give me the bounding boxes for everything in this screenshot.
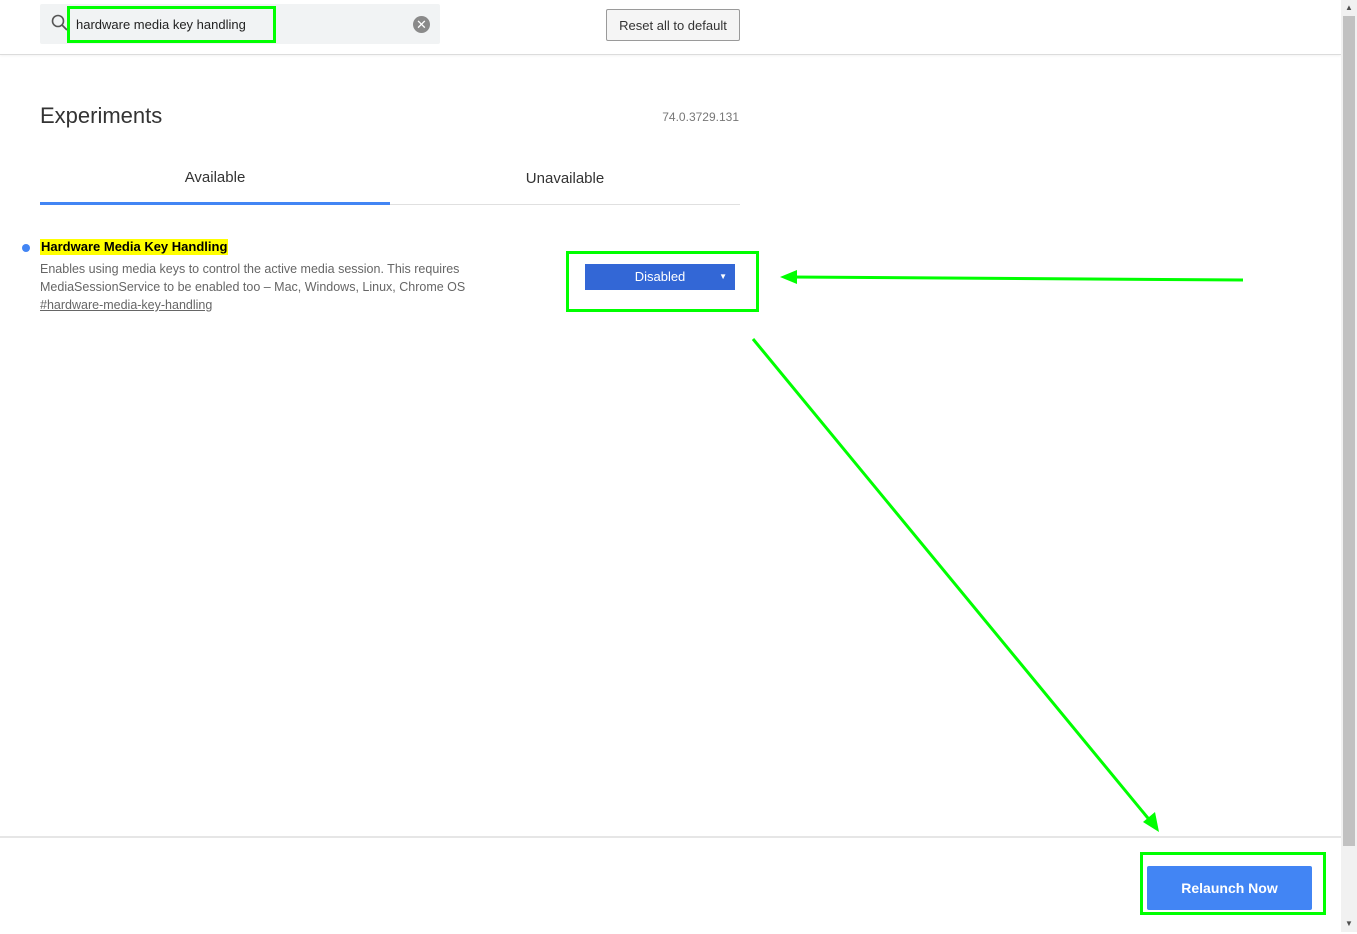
tab-bar: Available Unavailable [40, 160, 740, 205]
search-input[interactable] [76, 14, 406, 34]
scroll-down-arrow-icon[interactable]: ▼ [1341, 916, 1357, 932]
search-box[interactable]: ✕ [40, 4, 440, 44]
experiment-title: Hardware Media Key Handling [40, 239, 229, 255]
search-icon [51, 14, 68, 31]
reset-all-button[interactable]: Reset all to default [606, 9, 740, 41]
page-title: Experiments [40, 103, 163, 128]
tab-unavailable[interactable]: Unavailable [390, 160, 740, 204]
footer-bar: Relaunch Now [0, 836, 1341, 934]
clear-search-icon[interactable]: ✕ [413, 16, 430, 33]
select-value: Disabled [634, 269, 686, 284]
arrow-head-select [780, 270, 797, 284]
scroll-thumb[interactable] [1343, 16, 1355, 846]
vertical-scrollbar[interactable]: ▲ ▼ [1341, 0, 1357, 932]
experiment-description: Enables using media keys to control the … [40, 262, 466, 294]
arrow-to-relaunch [751, 338, 1154, 824]
relaunch-now-button[interactable]: Relaunch Now [1147, 866, 1312, 910]
modified-indicator-dot [22, 244, 30, 252]
experiment-state-select[interactable]: Disabled ▼ [585, 264, 735, 290]
experiment-permalink[interactable]: #hardware-media-key-handling [40, 298, 212, 312]
version-label: 74.0.3729.131 [662, 110, 739, 124]
header-bar: ✕ Reset all to default [0, 0, 1341, 55]
arrow-head-relaunch [1143, 812, 1159, 832]
scroll-up-arrow-icon[interactable]: ▲ [1341, 0, 1357, 16]
tab-available[interactable]: Available [40, 160, 390, 205]
arrow-to-select [789, 275, 1244, 282]
annotation-arrows [751, 270, 1244, 832]
dropdown-arrow-icon: ▼ [719, 272, 727, 281]
experiment-item: Hardware Media Key Handling Enables usin… [0, 238, 760, 328]
